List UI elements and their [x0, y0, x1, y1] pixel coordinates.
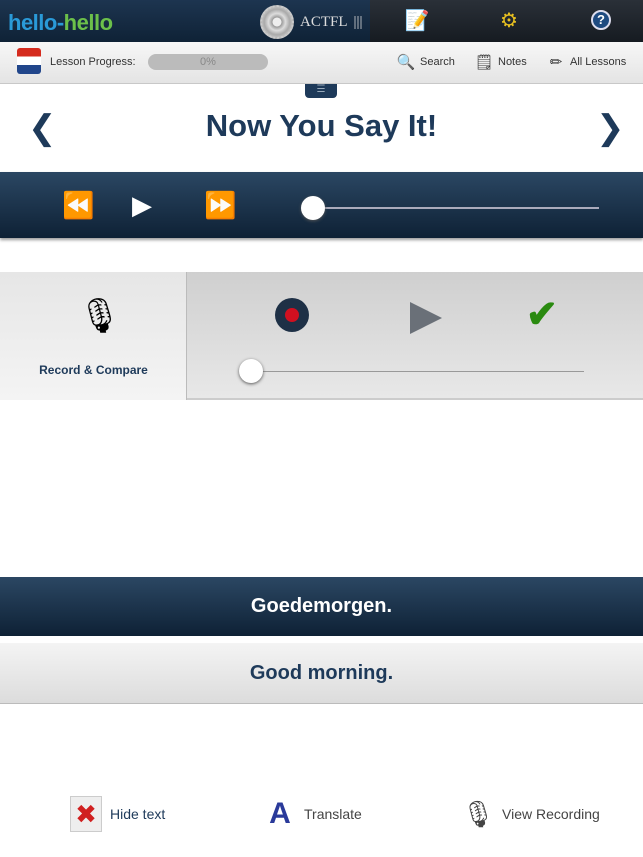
target-phrase: Goedemorgen.: [0, 577, 643, 636]
search-icon: 🔍: [396, 54, 416, 71]
record-button[interactable]: [275, 298, 309, 332]
play-button[interactable]: ▶: [132, 190, 152, 221]
gears-icon[interactable]: ⚙: [494, 5, 524, 35]
record-icon: [285, 308, 299, 322]
hide-text-icon: ✖: [70, 796, 102, 832]
all-lessons-button[interactable]: ✏ All Lessons: [546, 52, 627, 72]
notes-button[interactable]: 🗒 Notes: [474, 52, 526, 72]
fast-forward-button[interactable]: ⏩: [204, 190, 236, 221]
view-recording-button[interactable]: 🎙 View Recording: [462, 796, 600, 832]
microphone-icon: 🎙: [78, 297, 122, 335]
translation-phrase: Good morning.: [0, 643, 643, 704]
lesson-progress-bar: 0%: [148, 54, 268, 70]
translate-icon: A: [269, 797, 291, 830]
recording-slider[interactable]: [250, 371, 584, 372]
page-title: Now You Say It!: [205, 108, 438, 143]
microphone-magnifier-icon: 🎙: [461, 798, 495, 829]
lesson-progress-label: Lesson Progress:: [50, 56, 136, 68]
rewind-button[interactable]: ⏪: [62, 190, 94, 221]
actfl-badge: ACTFL |||: [260, 5, 363, 39]
pencil-cup-icon: ✏: [549, 54, 563, 71]
notebook-icon[interactable]: 📝: [402, 5, 432, 35]
recording-slider-thumb[interactable]: [239, 359, 263, 383]
seal-icon: [260, 5, 294, 39]
hide-text-button[interactable]: ✖ Hide text: [70, 796, 165, 832]
help-icon[interactable]: ?: [586, 5, 616, 35]
next-button[interactable]: ❯: [596, 108, 625, 148]
seek-slider[interactable]: [313, 207, 599, 209]
search-button[interactable]: 🔍 Search: [396, 52, 455, 72]
notepad-icon: 🗒: [474, 54, 494, 71]
logo: hello-hello: [8, 10, 113, 35]
menu-handle[interactable]: ☰: [305, 84, 337, 98]
seek-slider-thumb[interactable]: [301, 196, 325, 220]
play-recording-button[interactable]: [410, 302, 442, 334]
translate-button[interactable]: A Translate: [264, 796, 362, 832]
record-compare-label: Record & Compare: [39, 363, 148, 377]
checkmark-button[interactable]: ✔: [526, 292, 558, 337]
dutch-flag-icon[interactable]: [17, 48, 41, 74]
